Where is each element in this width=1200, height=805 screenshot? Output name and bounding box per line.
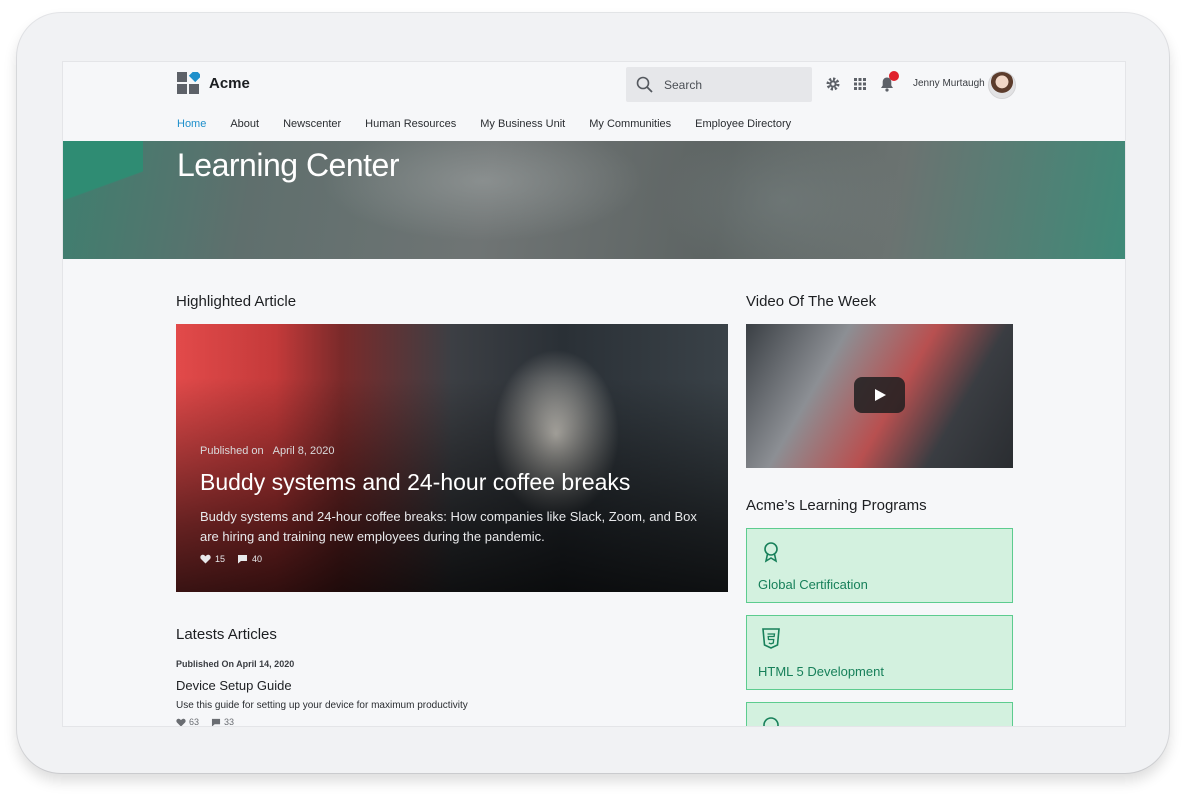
program-card-html5[interactable]: HTML 5 Development: [746, 615, 1013, 690]
latest-article-stats: 63 33: [176, 717, 246, 726]
published-date: April 8, 2020: [272, 445, 335, 457]
program-card-support[interactable]: [746, 702, 1013, 726]
headset-icon: [763, 717, 779, 726]
published-label: Published on: [200, 445, 264, 457]
video-thumbnail[interactable]: [746, 324, 1013, 468]
screen: Acme Search Jenny Murtaugh Home About Ne…: [63, 62, 1125, 726]
nav-item-human-resources[interactable]: Human Resources: [365, 118, 456, 130]
nav-item-newscenter[interactable]: Newscenter: [283, 118, 341, 130]
program-label: HTML 5 Development: [758, 664, 884, 679]
comment-count: 40: [252, 554, 263, 564]
video-of-week-heading: Video Of The Week: [746, 293, 877, 310]
logo-icon: [177, 72, 200, 94]
nav-item-employee-directory[interactable]: Employee Directory: [695, 118, 791, 130]
play-icon: [875, 389, 886, 401]
gear-icon[interactable]: [825, 76, 841, 92]
main-nav: Home About Newscenter Human Resources My…: [177, 118, 815, 130]
nav-item-my-communities[interactable]: My Communities: [589, 118, 671, 130]
comment-count: 33: [224, 717, 235, 726]
award-icon: [764, 542, 778, 563]
brand-name: Acme: [209, 75, 250, 92]
search-icon: [636, 76, 653, 93]
latest-article-description: Use this guide for setting up your devic…: [176, 700, 468, 711]
page-title: Learning Center: [177, 147, 399, 183]
article-description: Buddy systems and 24-hour coffee breaks:…: [200, 509, 697, 544]
nav-item-about[interactable]: About: [230, 118, 259, 130]
site-header: Acme Search Jenny Murtaugh Home About Ne…: [63, 62, 1125, 141]
avatar[interactable]: [988, 71, 1016, 99]
notification-badge: [889, 71, 899, 81]
heart-icon[interactable]: [176, 718, 186, 727]
like-count: 15: [215, 554, 226, 564]
image-overlay: [176, 324, 728, 592]
comment-icon[interactable]: [237, 554, 248, 564]
user-name[interactable]: Jenny Murtaugh: [913, 78, 985, 89]
search-box[interactable]: Search: [626, 67, 812, 102]
nav-item-home[interactable]: Home: [177, 118, 206, 130]
highlighted-article-heading: Highlighted Article: [176, 293, 297, 310]
logo[interactable]: Acme: [177, 72, 250, 95]
article-published: Published on April 8, 2020: [200, 445, 334, 457]
program-label: Global Certification: [758, 577, 868, 592]
nav-item-my-business-unit[interactable]: My Business Unit: [480, 118, 565, 130]
learning-programs-heading: Acme’s Learning Programs: [746, 497, 927, 514]
highlighted-article-card[interactable]: Published on April 8, 2020 Buddy systems…: [176, 324, 728, 592]
program-card-global-certification[interactable]: Global Certification: [746, 528, 1013, 603]
search-input[interactable]: Search: [664, 78, 702, 92]
like-count: 63: [189, 717, 200, 726]
hero-banner: Learning Center: [63, 141, 1125, 259]
latest-article-published: Published On April 14, 2020: [176, 659, 295, 669]
article-stats: 15 40: [200, 554, 274, 564]
latest-articles-heading: Latests Articles: [176, 626, 277, 643]
article-title[interactable]: Buddy systems and 24-hour coffee breaks: [200, 469, 630, 496]
play-button[interactable]: [854, 377, 905, 413]
apps-grid-icon[interactable]: [852, 76, 868, 92]
heart-icon[interactable]: [200, 554, 211, 564]
latest-article-title[interactable]: Device Setup Guide: [176, 678, 292, 693]
comment-icon[interactable]: [211, 718, 221, 727]
html5-icon: [762, 628, 780, 649]
